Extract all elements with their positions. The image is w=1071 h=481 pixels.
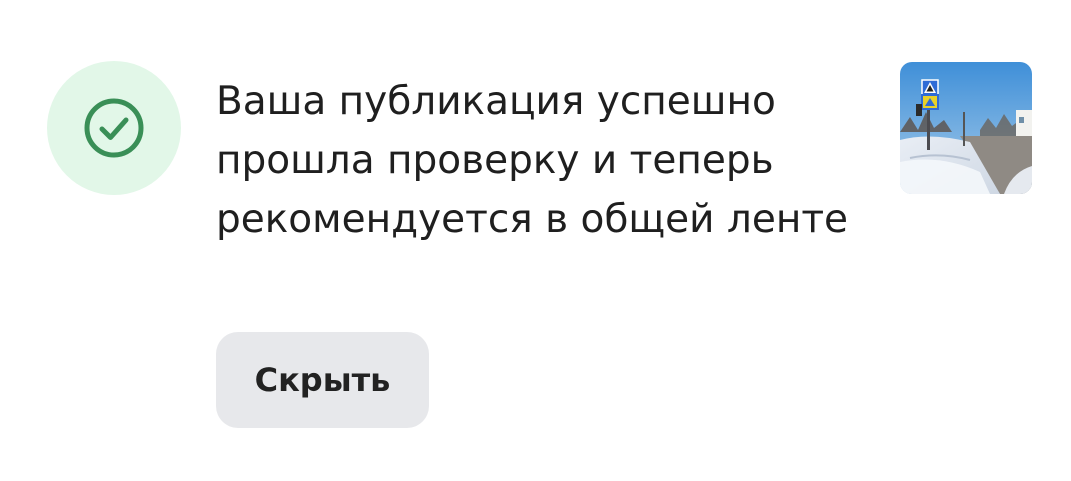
notification-message: Ваша публикация успешно прошла проверку … <box>216 79 849 242</box>
hide-button[interactable]: Скрыть <box>216 332 429 428</box>
moderation-notification: Ваша публикация успешно прошла проверку … <box>0 0 1071 481</box>
success-status-badge <box>47 61 181 195</box>
snowy-street-photo-thumbnail <box>900 62 1032 194</box>
publication-thumbnail[interactable] <box>900 62 1032 194</box>
check-circle-icon <box>84 98 144 158</box>
